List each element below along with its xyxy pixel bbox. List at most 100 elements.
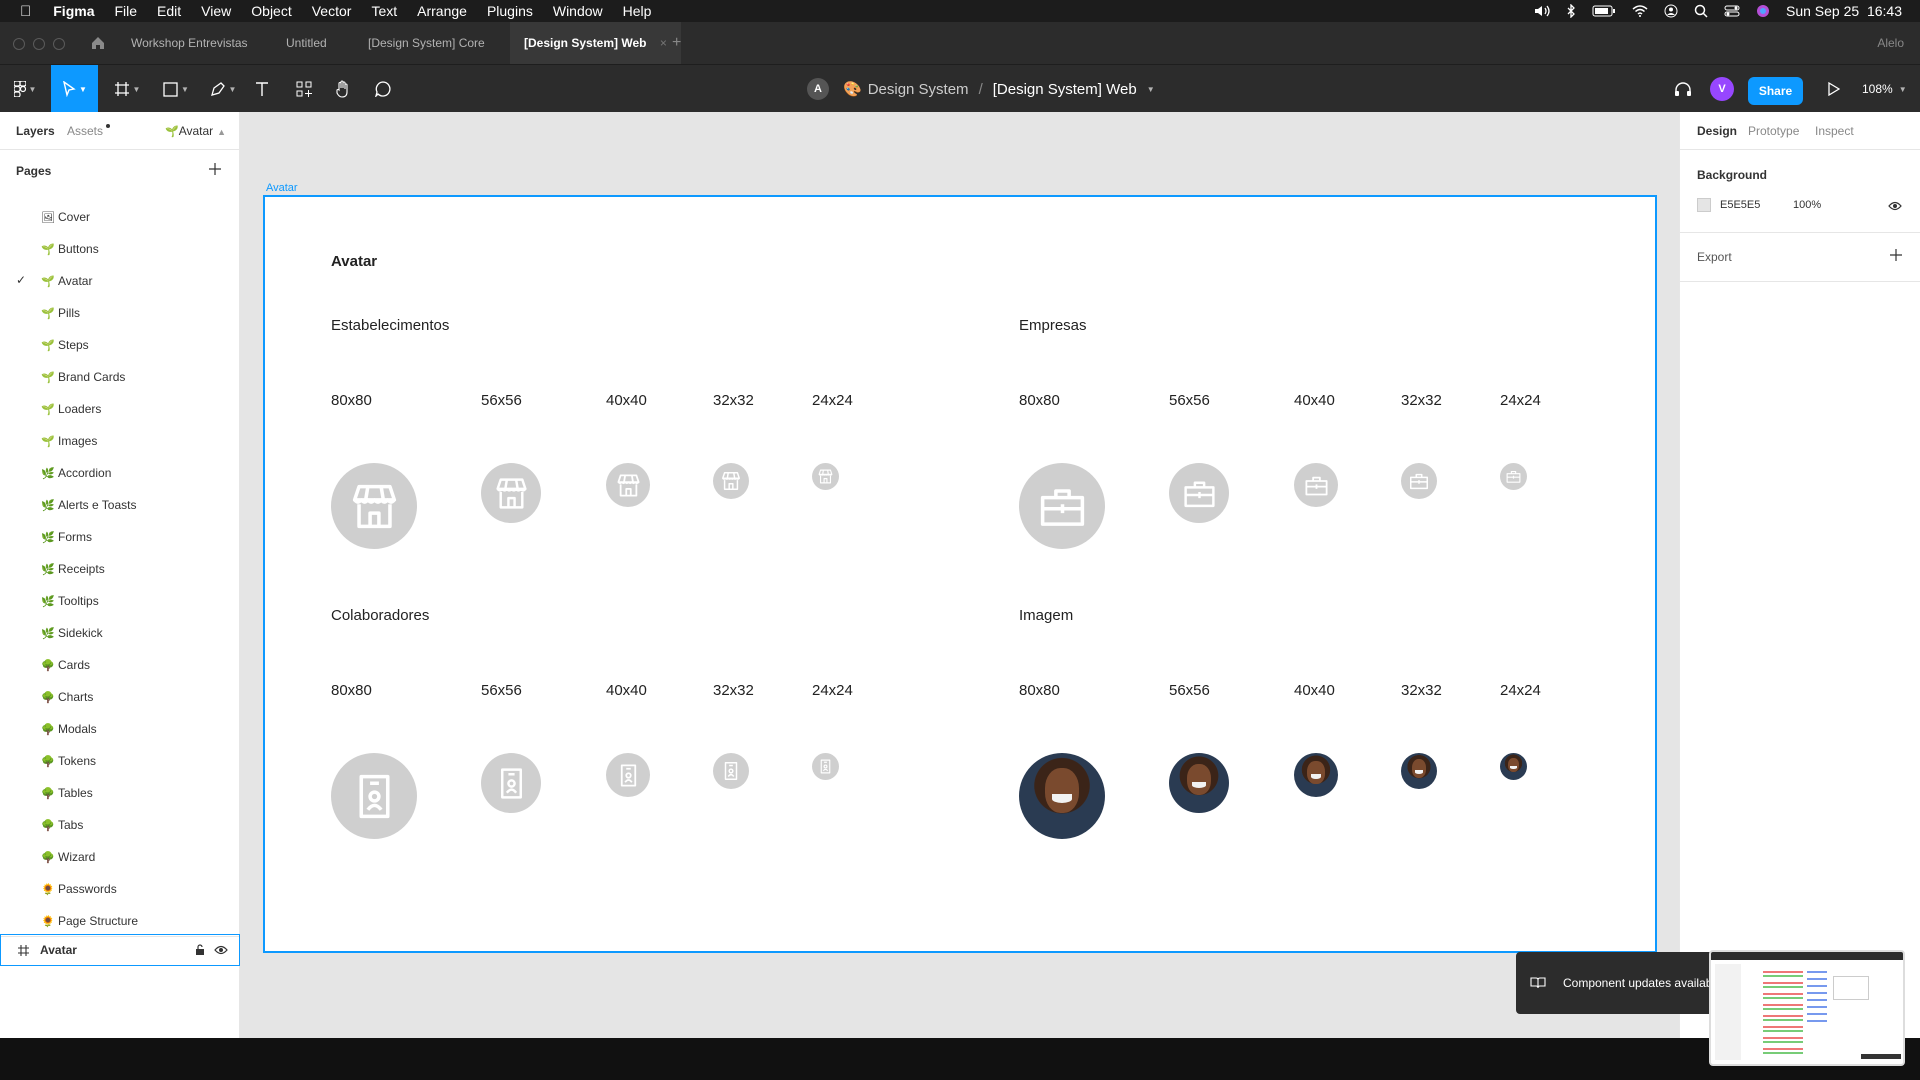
text-tool-button[interactable]: [252, 65, 272, 113]
frame-label[interactable]: Avatar: [266, 182, 298, 194]
share-button[interactable]: Share: [1748, 77, 1803, 105]
wifi-icon[interactable]: [1632, 5, 1648, 17]
zoom-menu[interactable]: 108% ▼: [1862, 65, 1907, 113]
main-menu-button[interactable]: ▼: [8, 65, 42, 113]
page-item-tokens[interactable]: 🌳 Tokens: [40, 745, 96, 777]
avatar-placeholder[interactable]: [481, 753, 541, 813]
home-icon[interactable]: [90, 35, 106, 51]
tab-workshop-entrevistas[interactable]: Workshop Entrevistas: [131, 22, 248, 64]
volume-icon[interactable]: [1534, 4, 1550, 18]
avatar-placeholder[interactable]: [1169, 463, 1229, 523]
close-tab-icon[interactable]: ×: [660, 36, 667, 50]
battery-icon[interactable]: [1592, 5, 1616, 17]
avatar-placeholder[interactable]: [713, 753, 749, 789]
avatar-photo[interactable]: [1500, 753, 1527, 780]
menu-object[interactable]: Object: [251, 3, 291, 19]
account-name[interactable]: Alelo: [1877, 22, 1904, 64]
shape-tool-button[interactable]: ▼: [158, 65, 194, 113]
avatar-placeholder[interactable]: [481, 463, 541, 523]
page-item-buttons[interactable]: 🌱 Buttons: [40, 233, 99, 265]
frame-tool-button[interactable]: ▼: [108, 65, 146, 113]
apple-icon[interactable]: : [20, 3, 31, 20]
avatar-placeholder[interactable]: [812, 463, 839, 490]
page-item-passwords[interactable]: 🌻 Passwords: [40, 873, 117, 905]
avatar-placeholder[interactable]: [1019, 463, 1105, 549]
page-item-pills[interactable]: 🌱 Pills: [40, 297, 80, 329]
menu-window[interactable]: Window: [553, 3, 603, 19]
menu-plugins[interactable]: Plugins: [487, 3, 533, 19]
avatar-photo[interactable]: [1019, 753, 1105, 839]
menu-vector[interactable]: Vector: [312, 3, 352, 19]
menu-file[interactable]: File: [114, 3, 137, 19]
avatar-placeholder[interactable]: [1500, 463, 1527, 490]
tab-layers[interactable]: Layers: [16, 124, 55, 138]
window-minimize-button[interactable]: [33, 38, 45, 50]
page-item-page-structure[interactable]: 🌻 Page Structure: [40, 905, 138, 937]
resources-button[interactable]: [294, 65, 314, 113]
tab-untitled[interactable]: Untitled: [286, 22, 327, 64]
page-item-avatar[interactable]: 🌱 Avatar: [40, 265, 92, 297]
avatar-placeholder[interactable]: [713, 463, 749, 499]
canvas[interactable]: Avatar Avatar Estabelecimentos 80x80 56x56…: [240, 112, 1679, 1038]
background-color-swatch[interactable]: [1697, 198, 1711, 212]
siri-icon[interactable]: [1756, 4, 1770, 18]
avatar-placeholder[interactable]: [331, 753, 417, 839]
page-item-loaders[interactable]: 🌱 Loaders: [40, 393, 101, 425]
page-item-tabs[interactable]: 🌳 Tabs: [40, 809, 83, 841]
unlock-icon[interactable]: [195, 944, 205, 956]
control-center-icon[interactable]: [1724, 5, 1740, 17]
page-item-brand-cards[interactable]: 🌱 Brand Cards: [40, 361, 125, 393]
audio-huddle-button[interactable]: [1673, 65, 1693, 113]
menu-edit[interactable]: Edit: [157, 3, 181, 19]
file-menu-chevron-icon[interactable]: ▼: [1147, 85, 1155, 94]
window-zoom-button[interactable]: [53, 38, 65, 50]
tab-prototype[interactable]: Prototype: [1748, 124, 1799, 138]
background-opacity-input[interactable]: 100%: [1793, 199, 1821, 211]
bluetooth-icon[interactable]: [1566, 4, 1576, 18]
screenshot-thumbnail[interactable]: [1709, 950, 1905, 1066]
eye-icon[interactable]: [214, 945, 228, 955]
team-avatar[interactable]: A: [806, 65, 830, 113]
add-export-icon[interactable]: [1890, 249, 1902, 261]
layer-row-avatar[interactable]: Avatar: [0, 934, 240, 966]
pen-tool-button[interactable]: ▼: [205, 65, 241, 113]
page-switcher[interactable]: 🌱Avatar ▲: [165, 124, 226, 138]
menu-help[interactable]: Help: [623, 3, 652, 19]
user-avatar[interactable]: V: [1710, 65, 1734, 113]
window-close-button[interactable]: [13, 38, 25, 50]
page-item-wizard[interactable]: 🌳 Wizard: [40, 841, 95, 873]
page-item-sidekick[interactable]: 🌿 Sidekick: [40, 617, 103, 649]
present-button[interactable]: [1824, 65, 1844, 113]
tab-design-system-web[interactable]: [Design System] Web ×: [510, 22, 681, 64]
avatar-placeholder[interactable]: [1401, 463, 1437, 499]
avatar-photo[interactable]: [1169, 753, 1229, 813]
page-item-alerts-e-toasts[interactable]: 🌿 Alerts e Toasts: [40, 489, 136, 521]
page-item-forms[interactable]: 🌿 Forms: [40, 521, 92, 553]
file-name[interactable]: [Design System] Web: [993, 81, 1137, 98]
tab-design-system-core[interactable]: [Design System] Core: [368, 22, 485, 64]
avatar-photo[interactable]: [1294, 753, 1338, 797]
tab-assets[interactable]: Assets: [67, 124, 103, 138]
page-item-images[interactable]: 🌱 Images: [40, 425, 97, 457]
page-item-steps[interactable]: 🌱 Steps: [40, 329, 89, 361]
page-item-modals[interactable]: 🌳 Modals: [40, 713, 97, 745]
page-item-cover[interactable]: 🖼 Cover: [40, 201, 90, 233]
page-item-tables[interactable]: 🌳 Tables: [40, 777, 93, 809]
add-page-icon[interactable]: [209, 163, 221, 175]
page-item-tooltips[interactable]: 🌿 Tooltips: [40, 585, 99, 617]
eye-icon[interactable]: [1888, 201, 1902, 211]
comment-tool-button[interactable]: [373, 65, 393, 113]
menu-view[interactable]: View: [201, 3, 231, 19]
page-item-receipts[interactable]: 🌿 Receipts: [40, 553, 105, 585]
tab-design[interactable]: Design: [1697, 124, 1737, 138]
avatar-placeholder[interactable]: [331, 463, 417, 549]
menu-arrange[interactable]: Arrange: [417, 3, 467, 19]
new-tab-button[interactable]: +: [672, 22, 681, 64]
component-updates-toast[interactable]: Component updates availab: [1516, 952, 1716, 1014]
page-item-cards[interactable]: 🌳 Cards: [40, 649, 90, 681]
user-account-icon[interactable]: [1664, 4, 1678, 18]
move-tool-button[interactable]: ▼: [51, 65, 98, 113]
tab-inspect[interactable]: Inspect: [1815, 124, 1854, 138]
breadcrumb-team[interactable]: Design System: [868, 81, 969, 98]
page-item-accordion[interactable]: 🌿 Accordion: [40, 457, 111, 489]
